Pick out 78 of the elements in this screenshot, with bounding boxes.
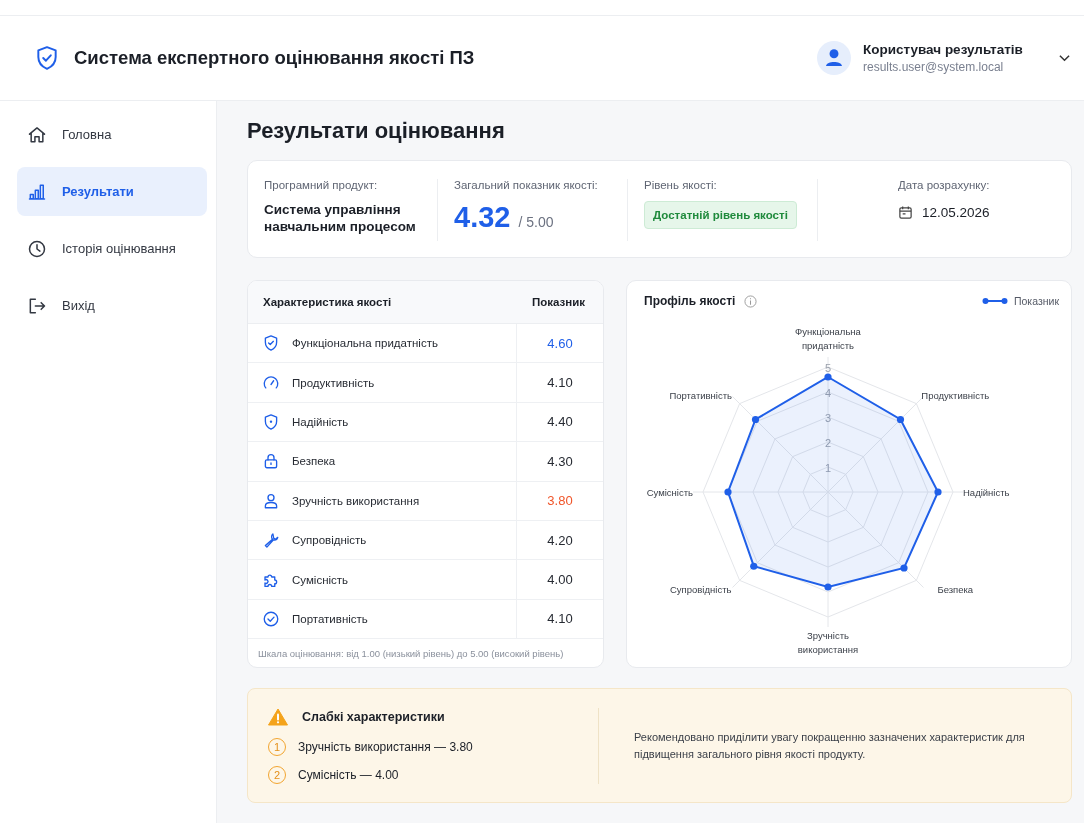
shield-check-icon [34, 44, 60, 72]
chart-title: Профіль якості [644, 294, 736, 308]
score-value: 4.60 [516, 324, 603, 363]
data-point [824, 583, 832, 591]
score-max: / 5.00 [518, 214, 554, 230]
data-point [724, 488, 732, 496]
data-point [896, 415, 905, 424]
sidebar-item[interactable]: Головна [17, 110, 207, 159]
characteristic-name: Портативність [292, 612, 368, 625]
user-email: results.user@system.local [863, 60, 1005, 74]
calculation-date: 12.05.2026 [922, 205, 990, 220]
sidebar-item[interactable]: Результати [17, 167, 207, 216]
axis-label: Зручність використання [797, 630, 859, 655]
characteristic-name: Надійність [292, 415, 349, 428]
axis-tick-label: 3 [824, 412, 832, 424]
shield-check-icon [262, 334, 280, 353]
axis-label: Портативність [669, 390, 733, 402]
score-value: 4.10 [516, 599, 603, 639]
clock-icon [27, 238, 47, 259]
field-label: Загальний показник якості: [454, 179, 599, 191]
field-label: Дата розрахунку: [898, 179, 991, 191]
user-icon [262, 491, 280, 510]
page-title: Результати оцінювання [247, 117, 506, 145]
characteristic-name: Функціональна придатність [292, 337, 438, 350]
warning-icon [268, 707, 288, 726]
sidebar-item[interactable]: Історія оцінювання [17, 224, 207, 273]
data-point [750, 562, 758, 570]
data-point [751, 415, 760, 424]
column-header: Показник [531, 296, 585, 308]
quality-level-badge: Достатній рівень якості [644, 201, 797, 229]
axis-label: Безпека [937, 583, 974, 595]
data-point [934, 488, 942, 496]
score-value: 3.80 [516, 481, 603, 520]
calendar-icon [898, 205, 913, 220]
axis-label: Супровідність [670, 583, 732, 595]
shield-icon [262, 412, 280, 431]
score-value: 4.10 [516, 363, 603, 402]
axis-label: Продуктивність [921, 390, 990, 402]
wrench-icon [262, 531, 280, 550]
axis-tick-label: 5 [824, 362, 832, 374]
legend-line-icon [982, 297, 1008, 305]
score-value: 4.00 [516, 560, 603, 599]
score-value: 4.40 [516, 402, 603, 442]
app-title: Система експертного оцінювання якості ПЗ [74, 47, 475, 69]
recommendation-text: Рекомендовано приділити увагу покращенню зазначених характеристик для підвищення загального рівня якості продукту. [634, 729, 1026, 762]
axis-tick-label: 2 [824, 437, 832, 449]
data-point [900, 564, 908, 572]
score-value: 4.30 [516, 442, 603, 481]
column-header: Характеристика якості [263, 296, 392, 308]
characteristic-name: Продуктивність [292, 376, 375, 389]
legend-label: Показник [1014, 295, 1059, 307]
characteristic-name: Зручність використання [292, 494, 420, 507]
user-name: Користувач результатів [863, 42, 1024, 57]
characteristic-name: Сумісність [292, 573, 349, 586]
field-label: Рівень якості: [644, 179, 718, 191]
axis-label: Сумісність [646, 487, 693, 498]
characteristic-name: Безпека [292, 455, 336, 468]
score-value: 4.20 [516, 520, 603, 560]
gauge-icon [262, 373, 280, 392]
overall-score: 4.32 [454, 201, 511, 234]
axis-tick-label: 4 [824, 387, 832, 399]
sidebar-item[interactable]: Вихід [17, 281, 207, 330]
chevron-down-icon[interactable] [1059, 54, 1070, 62]
axis-label: Надійність [963, 487, 1010, 498]
avatar-icon [817, 41, 851, 75]
scale-note: Шкала оцінювання: від 1.00 (низький рівень) до 5.00 (високий рівень) [257, 647, 565, 662]
panel-title: Слабкі характеристики [302, 709, 445, 724]
check-circle-icon [262, 609, 280, 628]
field-label: Програмний продукт: [264, 179, 379, 191]
lock-icon [262, 452, 280, 471]
data-point [824, 373, 832, 381]
axis-label: Функціональна придатність [795, 326, 861, 351]
axis-tick-label: 1 [824, 462, 832, 474]
weak-characteristic: Сумісність — 4.00 [298, 767, 399, 782]
product-name: Система управління навчальним процесом [264, 201, 417, 235]
home-icon [27, 124, 47, 145]
characteristic-name: Супровідність [292, 534, 367, 547]
weak-characteristic: Зручність використання — 3.80 [298, 739, 473, 754]
